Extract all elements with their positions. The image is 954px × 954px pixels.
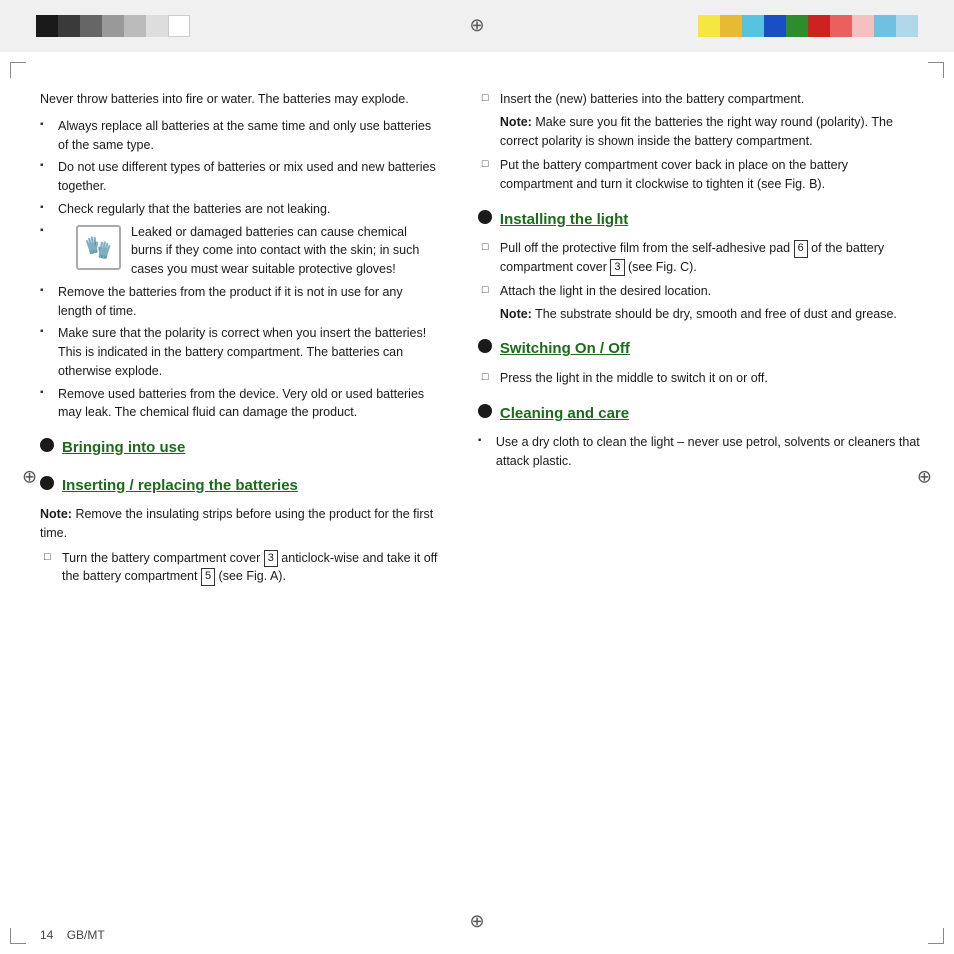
installing-light-heading: Installing the light <box>478 208 924 232</box>
list-item: Do not use different types of batteries … <box>40 158 438 196</box>
corner-mark-tr <box>928 62 944 78</box>
installing-step2-note-label: Note: <box>500 307 532 321</box>
footer: 14 GB/MT <box>40 928 105 942</box>
step1-prefix: Turn the battery compartment cover <box>62 551 264 565</box>
switching-step: Press the light in the middle to switch … <box>478 369 924 388</box>
top-bar: ⊕ <box>0 0 954 52</box>
list-item: 🧤 Leaked or damaged batteries can cause … <box>40 223 438 279</box>
crosshair-top-icon: ⊕ <box>469 15 484 36</box>
cleaning-care-heading: Cleaning and care <box>478 402 924 426</box>
swatch-lightpink <box>852 15 874 37</box>
corner-mark-br <box>928 928 944 944</box>
note-text: Remove the insulating strips before usin… <box>40 507 433 540</box>
ref-3b: 3 <box>610 259 624 276</box>
installing-light-title: Installing the light <box>500 209 628 232</box>
section-bullet-icon <box>40 476 54 490</box>
ref-5: 5 <box>201 568 215 585</box>
installing-step1: Pull off the protective film from the se… <box>478 239 924 277</box>
warning-item: 🧤 Leaked or damaged batteries can cause … <box>58 223 438 279</box>
list-item: Check regularly that the batteries are n… <box>40 200 438 219</box>
swatch-red <box>808 15 830 37</box>
installing-step2-text: Attach the light in the desired location… <box>500 284 711 298</box>
intro-text: Never throw batteries into fire or water… <box>40 90 438 109</box>
step2-note-label: Note: <box>500 115 532 129</box>
ref-6: 6 <box>794 240 808 257</box>
list-item: Make sure that the polarity is correct w… <box>40 324 438 380</box>
swatch-blue <box>764 15 786 37</box>
battery-steps-list: Turn the battery compartment cover 3 ant… <box>40 549 438 587</box>
swatch-paleblue <box>896 15 918 37</box>
corner-mark-bl <box>10 928 26 944</box>
cleaning-step: Use a dry cloth to clean the light – nev… <box>478 433 924 471</box>
corner-mark-tl <box>10 62 26 78</box>
swatches-right <box>698 15 918 37</box>
installing-steps-list: Pull off the protective film from the se… <box>478 239 924 323</box>
swatch-orange <box>720 15 742 37</box>
crosshair-bottom-icon: ⊕ <box>469 911 484 932</box>
swatch-lightgray <box>124 15 146 37</box>
swatch-pink <box>830 15 852 37</box>
main-content: Never throw batteries into fire or water… <box>0 80 954 904</box>
battery-steps-right-list: Insert the (new) batteries into the batt… <box>478 90 924 194</box>
installing-step2-note-text: The substrate should be dry, smooth and … <box>535 307 897 321</box>
swatch-white <box>168 15 190 37</box>
swatch-cyan <box>742 15 764 37</box>
step2-text: Insert the (new) batteries into the batt… <box>500 92 804 106</box>
inserting-batteries-title: Inserting / replacing the batteries <box>62 475 298 498</box>
battery-step3: Put the battery compartment cover back i… <box>478 156 924 194</box>
ref-3: 3 <box>264 550 278 567</box>
step2-note: Note: Make sure you fit the batteries th… <box>500 113 924 151</box>
list-item: Always replace all batteries at the same… <box>40 117 438 155</box>
swatch-yellow <box>698 15 720 37</box>
installing-step2-note: Note: The substrate should be dry, smoot… <box>500 305 924 324</box>
swatch-green <box>786 15 808 37</box>
switching-steps-list: Press the light in the middle to switch … <box>478 369 924 388</box>
installing-step1-prefix: Pull off the protective film from the se… <box>500 241 794 255</box>
installing-step1-suffix: (see Fig. C). <box>625 260 697 274</box>
switching-title: Switching On / Off <box>500 338 630 361</box>
cleaning-care-title: Cleaning and care <box>500 403 629 426</box>
swatch-lightblue <box>874 15 896 37</box>
step1-suffix: (see Fig. A). <box>215 569 286 583</box>
section-bullet-icon <box>478 210 492 224</box>
installing-step2: Attach the light in the desired location… <box>478 282 924 324</box>
swatch-gray <box>80 15 102 37</box>
page-number: 14 <box>40 928 53 942</box>
swatch-black <box>36 15 58 37</box>
left-column: Never throw batteries into fire or water… <box>0 80 458 904</box>
step2-note-text: Make sure you fit the batteries the righ… <box>500 115 893 148</box>
swatch-verylightgray <box>146 15 168 37</box>
swatch-medgray <box>102 15 124 37</box>
battery-step1: Turn the battery compartment cover 3 ant… <box>40 549 438 587</box>
swatch-darkgray <box>58 15 80 37</box>
bringing-into-use-title: Bringing into use <box>62 437 185 460</box>
list-item: Remove the batteries from the product if… <box>40 283 438 321</box>
note-label: Note: <box>40 507 72 521</box>
warning-glove-icon: 🧤 <box>76 225 121 270</box>
battery-step2: Insert the (new) batteries into the batt… <box>478 90 924 150</box>
swatches-left <box>36 15 190 37</box>
section-bullet-icon <box>478 339 492 353</box>
note-insulating: Note: Remove the insulating strips befor… <box>40 505 438 543</box>
locale: GB/MT <box>67 928 105 942</box>
right-column: Insert the (new) batteries into the batt… <box>458 80 954 904</box>
switching-heading: Switching On / Off <box>478 337 924 361</box>
inserting-batteries-heading: Inserting / replacing the batteries <box>40 474 438 498</box>
section-bullet-icon <box>478 404 492 418</box>
list-item: Remove used batteries from the device. V… <box>40 385 438 423</box>
bringing-into-use-heading: Bringing into use <box>40 436 438 460</box>
bullet-list: Always replace all batteries at the same… <box>40 117 438 422</box>
cleaning-steps-list: Use a dry cloth to clean the light – nev… <box>478 433 924 471</box>
warning-text: Leaked or damaged batteries can cause ch… <box>131 223 438 279</box>
section-bullet-icon <box>40 438 54 452</box>
